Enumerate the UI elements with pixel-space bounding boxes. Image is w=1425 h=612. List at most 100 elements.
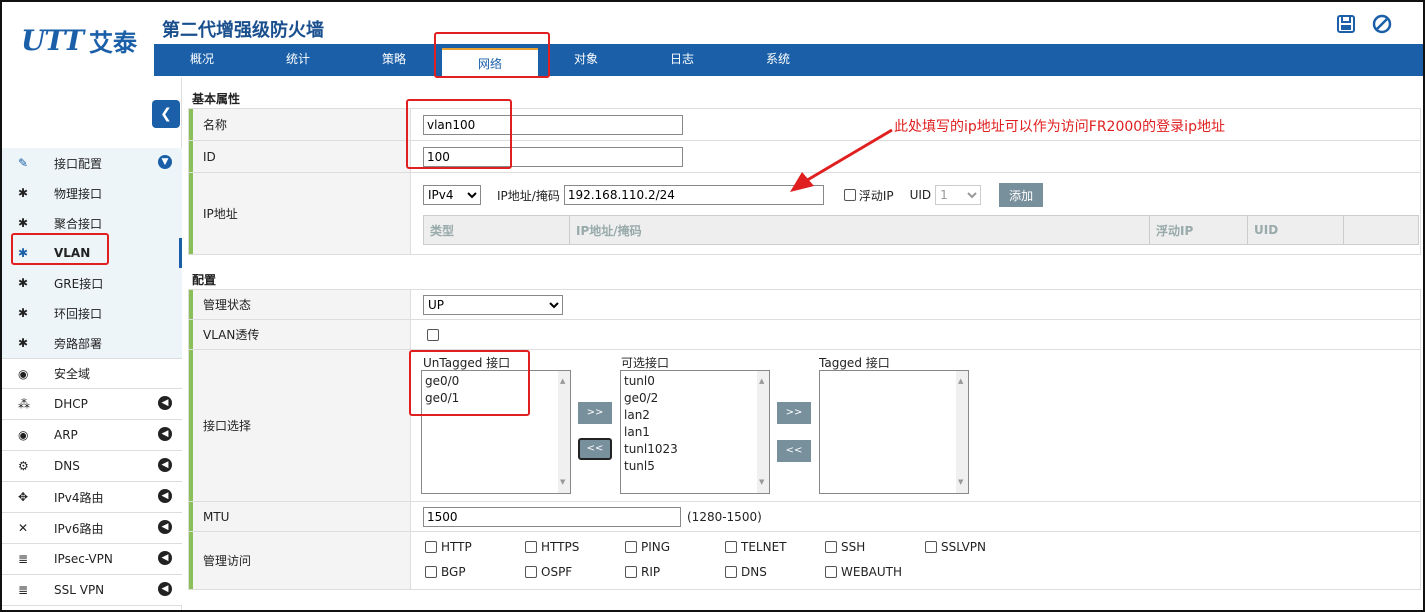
mtu-input[interactable] bbox=[423, 506, 681, 527]
sidebar-item-bypass[interactable]: ✱ 旁路部署 bbox=[2, 328, 182, 358]
service-telnet[interactable]: TELNET bbox=[725, 540, 787, 554]
list-item[interactable]: tunl0 bbox=[624, 373, 766, 390]
plug-icon: ✎ bbox=[18, 156, 29, 170]
logo-cn: 艾泰 bbox=[89, 28, 138, 57]
id-label: ID bbox=[189, 141, 411, 172]
sidebar-item-security-zone[interactable]: ◉ 安全域 bbox=[2, 358, 182, 389]
checkbox[interactable] bbox=[925, 541, 937, 553]
cancel-icon[interactable] bbox=[1371, 14, 1393, 36]
scrollbar[interactable] bbox=[558, 371, 570, 493]
sidebar-menu: ◉ 安全域 ⁂ DHCP ◀ ◉ ARP ◀ ⚙ DNS ◀ ✥ IPv4路由 bbox=[2, 358, 182, 606]
list-item[interactable]: ge0/2 bbox=[624, 390, 766, 407]
header: UTT 艾泰 第二代增强级防火墙 概况 统计 策略 网络 对象 日志 系统 bbox=[2, 2, 1423, 78]
sidebar-item-loopback[interactable]: ✱ 环回接口 bbox=[2, 298, 182, 328]
scrollbar[interactable] bbox=[757, 371, 769, 493]
ip-mask-label: IP地址/掩码 bbox=[497, 188, 560, 203]
gear-icon: ✱ bbox=[18, 336, 29, 350]
vlan-passthrough-checkbox[interactable] bbox=[427, 328, 439, 341]
config-form: 管理状态 UP VLAN透传 接口选择 UnTagged 接口 ge0/0 ge… bbox=[188, 289, 1421, 590]
service-http[interactable]: HTTP bbox=[425, 540, 472, 554]
service-ping[interactable]: PING bbox=[625, 540, 670, 554]
checkbox[interactable] bbox=[825, 541, 837, 553]
logo: UTT 艾泰 bbox=[4, 4, 154, 76]
th-floating-ip: 浮动IP bbox=[1150, 216, 1248, 244]
service-rip[interactable]: RIP bbox=[625, 565, 660, 579]
service-ospf[interactable]: OSPF bbox=[525, 565, 572, 579]
sidebar-item-interface-config[interactable]: ✎ 接口配置 ▼ bbox=[2, 148, 182, 178]
service-webauth[interactable]: WEBAUTH bbox=[825, 565, 902, 579]
service-ssh[interactable]: SSH bbox=[825, 540, 865, 554]
sidebar-item-ipv6-route[interactable]: ✕ IPv6路由 ◀ bbox=[2, 513, 182, 544]
uid-select[interactable]: 1 bbox=[935, 185, 982, 205]
checkbox[interactable] bbox=[525, 541, 537, 553]
service-bgp[interactable]: BGP bbox=[425, 565, 466, 579]
main-nav: 概况 统计 策略 网络 对象 日志 系统 bbox=[154, 44, 1423, 76]
active-indicator bbox=[179, 238, 182, 268]
checkbox[interactable] bbox=[625, 566, 637, 578]
tagged-title: Tagged 接口 bbox=[819, 356, 890, 370]
checkbox[interactable] bbox=[425, 541, 437, 553]
checkbox[interactable] bbox=[525, 566, 537, 578]
th-ip-mask: IP地址/掩码 bbox=[570, 216, 1150, 244]
ip-version-select[interactable]: IPv4 bbox=[423, 185, 481, 205]
admin-state-label: 管理状态 bbox=[189, 290, 411, 319]
sidebar-item-ipsec-vpn[interactable]: ≣ IPsec-VPN ◀ bbox=[2, 544, 182, 575]
name-label: 名称 bbox=[189, 109, 411, 140]
list-item[interactable]: lan2 bbox=[624, 407, 766, 424]
gear-icon: ✱ bbox=[18, 186, 29, 200]
tab-overview[interactable]: 概况 bbox=[154, 44, 250, 76]
tab-logs[interactable]: 日志 bbox=[634, 44, 730, 76]
list-item[interactable]: tunl1023 bbox=[624, 441, 766, 458]
checkbox[interactable] bbox=[625, 541, 637, 553]
row-mgmt-access: 管理访问 HTTP HTTPS PING TELNET SSH SSLVPN B… bbox=[188, 532, 1421, 590]
globe-icon: ◉ bbox=[18, 428, 29, 442]
move-right-button-1[interactable]: >> bbox=[578, 402, 612, 424]
annotation-arrow-icon bbox=[790, 128, 893, 192]
chevron-left-icon: ◀ bbox=[158, 458, 172, 472]
chevron-left-icon: ◀ bbox=[158, 551, 172, 565]
move-left-button-1[interactable]: << bbox=[578, 438, 612, 460]
sidebar-item-gre[interactable]: ✱ GRE接口 bbox=[2, 268, 182, 298]
sidebar-item-ssl-vpn[interactable]: ≣ SSL VPN ◀ bbox=[2, 575, 182, 606]
tab-objects[interactable]: 对象 bbox=[538, 44, 634, 76]
tab-policy[interactable]: 策略 bbox=[346, 44, 442, 76]
globe-icon: ◉ bbox=[18, 366, 29, 381]
chevron-left-icon: ◀ bbox=[158, 520, 172, 534]
scrollbar[interactable] bbox=[956, 371, 968, 493]
gear-icon: ✱ bbox=[18, 306, 29, 320]
sidebar-item-dns[interactable]: ⚙ DNS ◀ bbox=[2, 451, 182, 482]
arrows-icon: ✥ bbox=[18, 490, 29, 504]
logo-text: UTT bbox=[20, 23, 84, 57]
tab-system[interactable]: 系统 bbox=[730, 44, 826, 76]
chevron-left-icon[interactable]: ❮ bbox=[152, 100, 180, 128]
add-button[interactable]: 添加 bbox=[999, 183, 1044, 207]
list-item[interactable]: lan1 bbox=[624, 424, 766, 441]
sidebar-item-arp[interactable]: ◉ ARP ◀ bbox=[2, 420, 182, 451]
service-dns[interactable]: DNS bbox=[725, 565, 767, 579]
gears-icon: ⚙ bbox=[18, 459, 29, 473]
admin-state-select[interactable]: UP bbox=[423, 294, 563, 315]
tab-statistics[interactable]: 统计 bbox=[250, 44, 346, 76]
chevron-down-icon: ▼ bbox=[158, 155, 172, 169]
sidebar-item-physical[interactable]: ✱ 物理接口 bbox=[2, 178, 182, 208]
move-left-button-2[interactable]: << bbox=[777, 440, 811, 462]
service-https[interactable]: HTTPS bbox=[525, 540, 579, 554]
network-icon: ⁂ bbox=[18, 397, 30, 411]
move-right-button-2[interactable]: >> bbox=[777, 402, 811, 424]
gear-icon: ✱ bbox=[18, 216, 29, 230]
highlight-vlan-item bbox=[11, 233, 109, 265]
save-icon[interactable] bbox=[1335, 14, 1357, 36]
checkbox[interactable] bbox=[725, 566, 737, 578]
list-item[interactable]: tunl5 bbox=[624, 458, 766, 475]
chevron-left-icon: ◀ bbox=[158, 427, 172, 441]
section-config-title: 配置 bbox=[192, 273, 217, 287]
sidebar-item-ipv4-route[interactable]: ✥ IPv4路由 ◀ bbox=[2, 482, 182, 513]
chevron-left-icon: ◀ bbox=[158, 396, 172, 410]
tagged-listbox[interactable] bbox=[819, 370, 969, 494]
service-sslvpn[interactable]: SSLVPN bbox=[925, 540, 986, 554]
available-listbox[interactable]: tunl0 ge0/2 lan2 lan1 tunl1023 tunl5 bbox=[620, 370, 770, 494]
sidebar-item-dhcp[interactable]: ⁂ DHCP ◀ bbox=[2, 389, 182, 420]
checkbox[interactable] bbox=[425, 566, 437, 578]
checkbox[interactable] bbox=[825, 566, 837, 578]
checkbox[interactable] bbox=[725, 541, 737, 553]
